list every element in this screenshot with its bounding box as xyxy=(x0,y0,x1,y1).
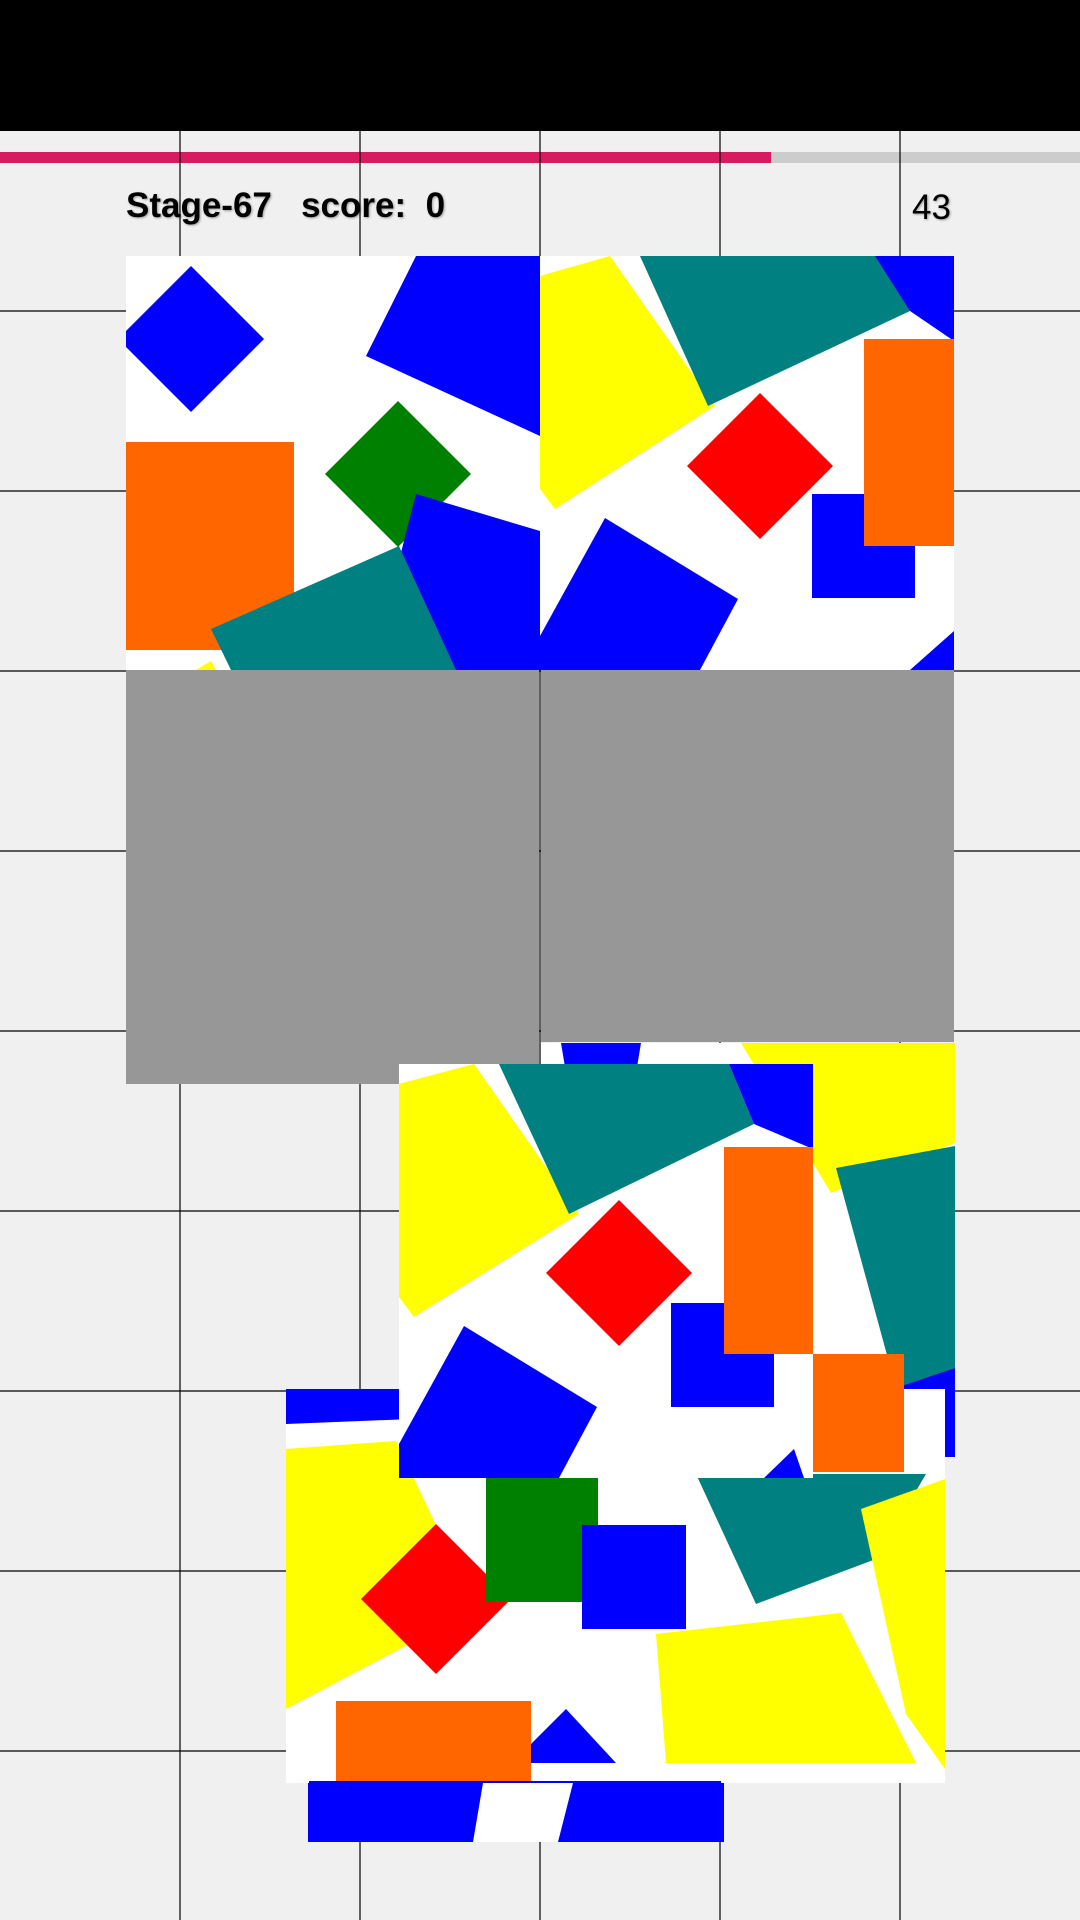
piece-2-lower-edge xyxy=(308,1783,724,1842)
piece-3[interactable] xyxy=(399,1064,813,1478)
tile-top-left[interactable] xyxy=(126,256,540,670)
countdown-timer: 43 xyxy=(912,188,951,227)
tile-top-right[interactable] xyxy=(540,256,954,670)
piece-fragment-orange xyxy=(813,1354,904,1472)
stage-score-label: Stage-67 score: 0 xyxy=(126,186,446,225)
slot-bottom-right[interactable] xyxy=(541,670,954,1042)
status-bar xyxy=(0,0,1080,131)
slot-bottom-left[interactable] xyxy=(126,670,539,1084)
